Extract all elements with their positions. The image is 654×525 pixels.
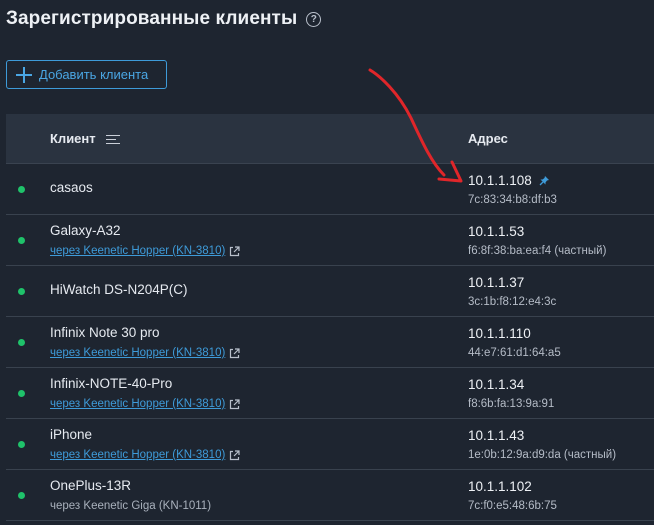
status-dot: [18, 441, 25, 448]
add-client-label: Добавить клиента: [39, 67, 149, 82]
client-name: Galaxy-A32: [50, 223, 121, 238]
table-row[interactable]: Infinix Note 30 pro через Keenetic Hopper…: [6, 317, 654, 368]
client-name: HiWatch DS-N204P(C): [50, 282, 188, 297]
client-name: OnePlus-13R: [50, 478, 132, 493]
status-dot: [18, 492, 25, 499]
status-dot: [18, 237, 25, 244]
ip-address-text: 10.1.1.53: [468, 224, 525, 239]
ip-address: 10.1.1.37: [468, 275, 524, 290]
ip-address-text: 10.1.1.108: [468, 173, 532, 188]
plus-icon: [16, 66, 32, 83]
status-dot: [18, 186, 25, 193]
status-dot: [18, 339, 25, 346]
client-name: Infinix-NOTE-40-Pro: [50, 376, 173, 391]
column-header-client[interactable]: Клиент: [50, 131, 120, 146]
external-link-icon[interactable]: [229, 347, 240, 359]
table-header: Клиент Адрес: [6, 114, 654, 164]
via-link-label: через Keenetic Hopper (KN-3810): [50, 398, 226, 410]
table-body: casaos 10.1.1.108 7c:83:34:b8:df:b3 Galaxy-…: [6, 164, 654, 521]
via-link[interactable]: через Keenetic Hopper (KN-3810): [50, 449, 240, 461]
clients-table: Клиент Адрес casaos 10.1.1.108 7c:83:34:b8…: [6, 114, 654, 521]
column-header-client-label: Клиент: [50, 131, 96, 146]
via-link-label: через Keenetic Hopper (KN-3810): [50, 347, 226, 359]
external-link-icon[interactable]: [229, 398, 240, 410]
ip-address: 10.1.1.108: [468, 173, 550, 188]
ip-address: 10.1.1.43: [468, 428, 524, 443]
client-name: casaos: [50, 180, 93, 195]
ip-address-text: 10.1.1.37: [468, 275, 525, 290]
mac-address: 1e:0b:12:9a:d9:da (частный): [468, 449, 617, 461]
mac-address: 7c:f0:e5:48:6b:75: [468, 500, 557, 512]
mac-address: f8:6b:fa:13:9a:91: [468, 398, 555, 410]
ip-address-text: 10.1.1.110: [468, 326, 531, 341]
ip-address: 10.1.1.34: [468, 377, 524, 392]
client-name: Infinix Note 30 pro: [50, 325, 160, 340]
sort-icon[interactable]: [105, 134, 120, 144]
mac-address: 3c:1b:f8:12:e4:3c: [468, 296, 557, 308]
ip-address-text: 10.1.1.43: [468, 428, 525, 443]
help-icon[interactable]: ?: [306, 11, 322, 27]
via-link[interactable]: через Keenetic Hopper (KN-3810): [50, 398, 240, 410]
page-title: Зарегистрированные клиенты: [6, 8, 298, 29]
status-dot: [18, 390, 25, 397]
ip-address: 10.1.1.53: [468, 224, 524, 239]
mac-address: 44:e7:61:d1:64:a5: [468, 347, 561, 359]
table-row[interactable]: OnePlus-13R через Keenetic Giga (KN-1011)…: [6, 470, 654, 521]
add-client-button[interactable]: Добавить клиента: [6, 60, 167, 89]
pin-icon[interactable]: [539, 175, 550, 186]
external-link-icon[interactable]: [229, 449, 240, 461]
table-row[interactable]: casaos 10.1.1.108 7c:83:34:b8:df:b3: [6, 164, 654, 215]
mac-address: 7c:83:34:b8:df:b3: [468, 194, 557, 206]
status-dot: [18, 288, 25, 295]
table-row[interactable]: Infinix-NOTE-40-Pro через Keenetic Hopper…: [6, 368, 654, 419]
mac-address: f6:8f:38:ba:ea:f4 (частный): [468, 245, 607, 257]
client-name: iPhone: [50, 427, 93, 442]
table-row[interactable]: iPhone через Keenetic Hopper (KN-3810) 10.…: [6, 419, 654, 470]
ip-address: 10.1.1.110: [468, 326, 531, 341]
via-link[interactable]: через Keenetic Hopper (KN-3810): [50, 347, 240, 359]
ip-address-text: 10.1.1.34: [468, 377, 525, 392]
via-link-label: через Keenetic Hopper (KN-3810): [50, 449, 226, 461]
table-row[interactable]: HiWatch DS-N204P(C) 10.1.1.37 3c:1b:f8:12:…: [6, 266, 654, 317]
ip-address: 10.1.1.102: [468, 479, 532, 494]
via-link[interactable]: через Keenetic Hopper (KN-3810): [50, 245, 240, 257]
via-text: через Keenetic Giga (KN-1011): [50, 500, 212, 512]
ip-address-text: 10.1.1.102: [468, 479, 532, 494]
title-row: Зарегистрированные клиенты ?: [6, 8, 322, 30]
table-row[interactable]: Galaxy-A32 через Keenetic Hopper (KN-3810…: [6, 215, 654, 266]
external-link-icon[interactable]: [229, 245, 240, 257]
via-link-label: через Keenetic Hopper (KN-3810): [50, 245, 226, 257]
column-header-address[interactable]: Адрес: [468, 131, 508, 146]
